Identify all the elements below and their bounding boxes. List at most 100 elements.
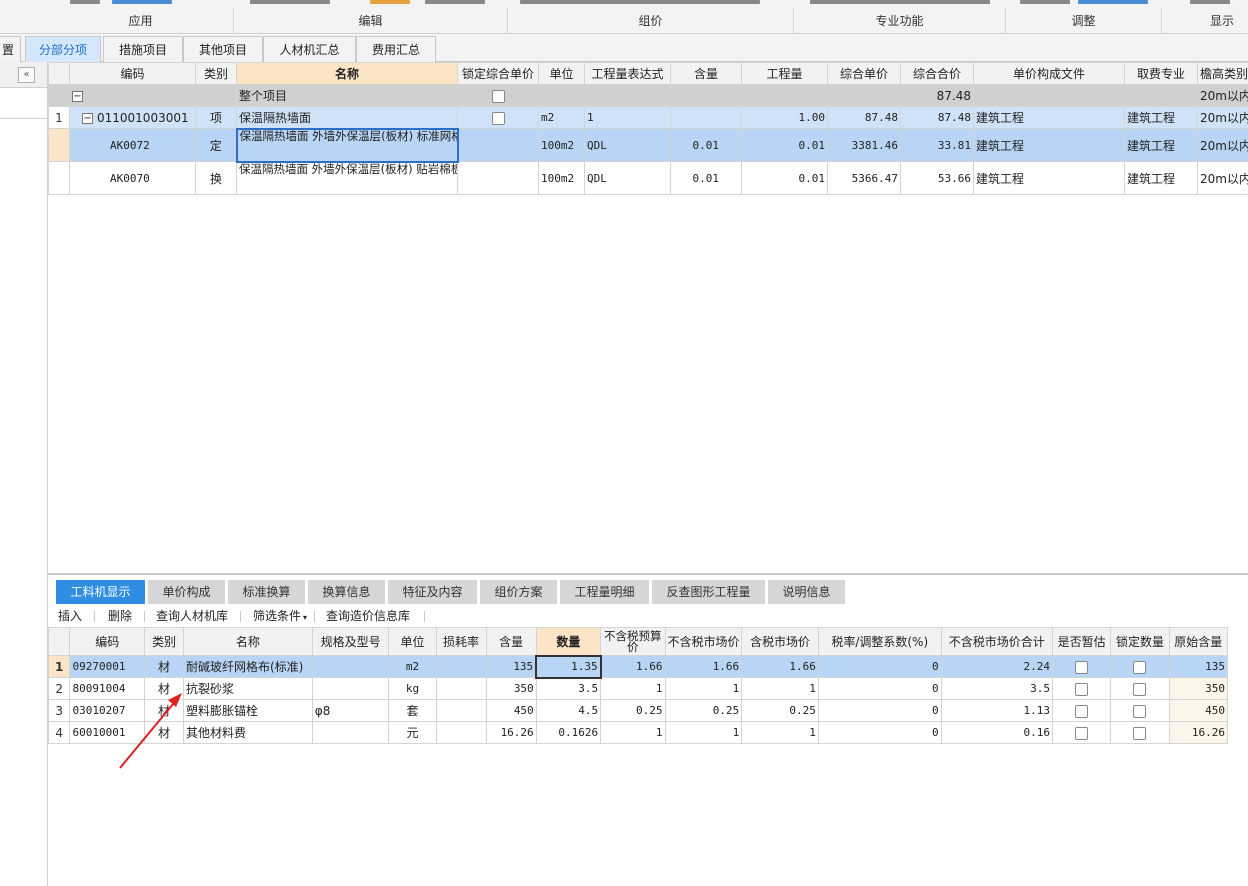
column-header[interactable]: 类别 bbox=[195, 62, 237, 85]
name-cell[interactable]: 保温隔热墙面 bbox=[236, 106, 458, 129]
original-content-cell[interactable]: 135 bbox=[1168, 655, 1229, 678]
tab-labor-material-display[interactable]: 工料机显示 bbox=[56, 580, 146, 604]
cell[interactable] bbox=[1052, 655, 1112, 678]
delete-button[interactable]: 删除 bbox=[108, 608, 132, 624]
budget-price-cell[interactable]: 1.66 bbox=[600, 655, 666, 678]
loss-cell[interactable] bbox=[435, 677, 487, 700]
ribbon-button-cut[interactable] bbox=[1020, 0, 1070, 4]
original-content-cell[interactable]: 350 bbox=[1168, 677, 1229, 700]
tax-rate-cell[interactable]: 0 bbox=[817, 655, 942, 678]
cell[interactable] bbox=[538, 84, 585, 107]
tax-rate-cell[interactable]: 0 bbox=[817, 677, 942, 700]
project-name-cell[interactable]: 整个项目 bbox=[236, 84, 458, 107]
cell[interactable] bbox=[741, 84, 828, 107]
tax-market-price-cell[interactable]: 0.25 bbox=[741, 699, 819, 722]
query-price-info-button[interactable]: 查询造价信息库 bbox=[326, 608, 410, 624]
column-header[interactable]: 原始含量 bbox=[1168, 627, 1229, 656]
quantity-cell[interactable]: 4.5 bbox=[535, 699, 602, 722]
cell[interactable] bbox=[1124, 84, 1198, 107]
cell[interactable] bbox=[1052, 677, 1112, 700]
table-row[interactable]: 1 09270001 材 耐碱玻纤网格布(标准) m2 135 1.35 1.6… bbox=[47, 654, 1229, 679]
quantity-cell[interactable]: 0.01 bbox=[741, 161, 828, 195]
column-header[interactable]: 锁定综合单价 bbox=[457, 62, 539, 85]
column-header[interactable]: 类别 bbox=[144, 627, 184, 656]
column-header[interactable]: 综合单价 bbox=[827, 62, 901, 85]
quantity-cell[interactable]: 0.01 bbox=[741, 128, 828, 162]
expr-cell[interactable]: QDL bbox=[584, 161, 671, 195]
content-cell[interactable]: 0.01 bbox=[670, 128, 742, 162]
cell[interactable] bbox=[670, 84, 742, 107]
name-cell[interactable]: 其他材料费 bbox=[182, 721, 313, 744]
collapse-toggle-icon[interactable]: − bbox=[72, 90, 83, 102]
loss-cell[interactable] bbox=[435, 699, 487, 722]
tab-features-content[interactable]: 特征及内容 bbox=[388, 580, 478, 604]
ribbon-button-cut[interactable] bbox=[1078, 0, 1148, 4]
type-cell[interactable]: 定 bbox=[195, 128, 237, 162]
lock-price-checkbox[interactable] bbox=[491, 89, 505, 103]
cell[interactable] bbox=[457, 106, 539, 129]
spec-cell[interactable]: φ8 bbox=[311, 699, 390, 722]
name-cell[interactable]: 抗裂砂浆 bbox=[182, 677, 313, 700]
table-row[interactable]: 2 80091004 材 抗裂砂浆 kg 350 3.5 1 1 1 0 3.5… bbox=[47, 677, 1229, 700]
column-header[interactable]: 名称 bbox=[182, 627, 313, 656]
table-row[interactable]: 4 60010001 材 其他材料费 元 16.26 0.1626 1 1 1 … bbox=[47, 721, 1229, 744]
quantity-cell[interactable]: 1.00 bbox=[741, 106, 828, 129]
total-cell[interactable]: 53.66 bbox=[900, 161, 974, 195]
tree-cell[interactable]: −011001003001 bbox=[69, 106, 196, 129]
column-header[interactable]: 数量 bbox=[535, 627, 602, 656]
double-chevron-left-icon[interactable]: « bbox=[18, 67, 35, 83]
filter-dropdown[interactable]: 筛选条件 ▾ bbox=[253, 608, 307, 624]
tab-labor-material-summary[interactable]: 人材机汇总 bbox=[263, 36, 356, 62]
content-cell[interactable]: 135 bbox=[485, 655, 537, 678]
cell[interactable] bbox=[457, 84, 539, 107]
content-cell[interactable]: 350 bbox=[485, 677, 537, 700]
quantity-cell[interactable]: 3.5 bbox=[535, 677, 602, 700]
cell[interactable] bbox=[1110, 655, 1170, 678]
unit-cell[interactable]: 元 bbox=[388, 721, 437, 744]
budget-price-cell[interactable]: 0.25 bbox=[600, 699, 666, 722]
budget-price-cell[interactable]: 1 bbox=[600, 721, 666, 744]
cell[interactable] bbox=[457, 128, 539, 162]
table-row[interactable]: AK0072 定 保温隔热墙面 外墙外保温层(板材) 标准网格布,薄抹面层 厚3… bbox=[48, 127, 1248, 163]
file-cell[interactable]: 建筑工程 bbox=[973, 128, 1125, 162]
spec-cell[interactable] bbox=[311, 655, 390, 678]
provisional-checkbox[interactable] bbox=[1075, 726, 1089, 740]
market-total-cell[interactable]: 0.16 bbox=[940, 721, 1054, 744]
height-cell[interactable]: 20m以内 bbox=[1197, 106, 1248, 129]
total-amount-cell[interactable]: 87.48 bbox=[900, 84, 974, 107]
market-total-cell[interactable]: 3.5 bbox=[940, 677, 1054, 700]
column-header[interactable]: 檐高类别 bbox=[1197, 62, 1248, 85]
cell[interactable] bbox=[1052, 699, 1112, 722]
insert-button[interactable]: 插入 bbox=[58, 608, 82, 624]
ribbon-button-cut[interactable] bbox=[70, 0, 100, 4]
column-header[interactable]: 编码 bbox=[69, 627, 146, 656]
unit-price-cell[interactable]: 5366.47 bbox=[827, 161, 901, 195]
lock-price-checkbox[interactable] bbox=[491, 111, 505, 125]
lock-quantity-checkbox[interactable] bbox=[1133, 726, 1147, 740]
unit-cell[interactable]: m2 bbox=[388, 655, 437, 678]
unit-cell[interactable]: 套 bbox=[388, 699, 437, 722]
column-header[interactable]: 编码 bbox=[69, 62, 196, 85]
column-header[interactable]: 锁定数量 bbox=[1110, 627, 1170, 656]
ribbon-button-cut[interactable] bbox=[112, 0, 172, 4]
tab-conversion-info[interactable]: 换算信息 bbox=[308, 580, 386, 604]
height-cell[interactable]: 20m以内 bbox=[1197, 161, 1248, 195]
column-header[interactable]: 含量 bbox=[485, 627, 537, 656]
column-header[interactable]: 取费专业 bbox=[1124, 62, 1198, 85]
tab-measures[interactable]: 措施项目 bbox=[103, 36, 183, 62]
code-cell[interactable]: AK0072 bbox=[69, 128, 196, 162]
expr-cell[interactable]: QDL bbox=[584, 128, 671, 162]
code-cell[interactable]: AK0070 bbox=[69, 161, 196, 195]
ribbon-button-cut[interactable] bbox=[520, 0, 760, 4]
major-cell[interactable]: 建筑工程 bbox=[1124, 161, 1198, 195]
tab-graphic-quantity-lookup[interactable]: 反查图形工程量 bbox=[652, 580, 766, 604]
lock-quantity-checkbox[interactable] bbox=[1133, 660, 1147, 674]
column-header[interactable]: 名称 bbox=[236, 62, 458, 85]
spec-cell[interactable] bbox=[311, 677, 390, 700]
cell[interactable] bbox=[973, 84, 1125, 107]
height-cell[interactable]: 20m以内 bbox=[1197, 84, 1248, 107]
ribbon-button-cut[interactable] bbox=[1190, 0, 1230, 4]
tab-other-items[interactable]: 其他项目 bbox=[183, 36, 263, 62]
content-cell[interactable]: 16.26 bbox=[485, 721, 537, 744]
column-header[interactable]: 单价构成文件 bbox=[973, 62, 1125, 85]
